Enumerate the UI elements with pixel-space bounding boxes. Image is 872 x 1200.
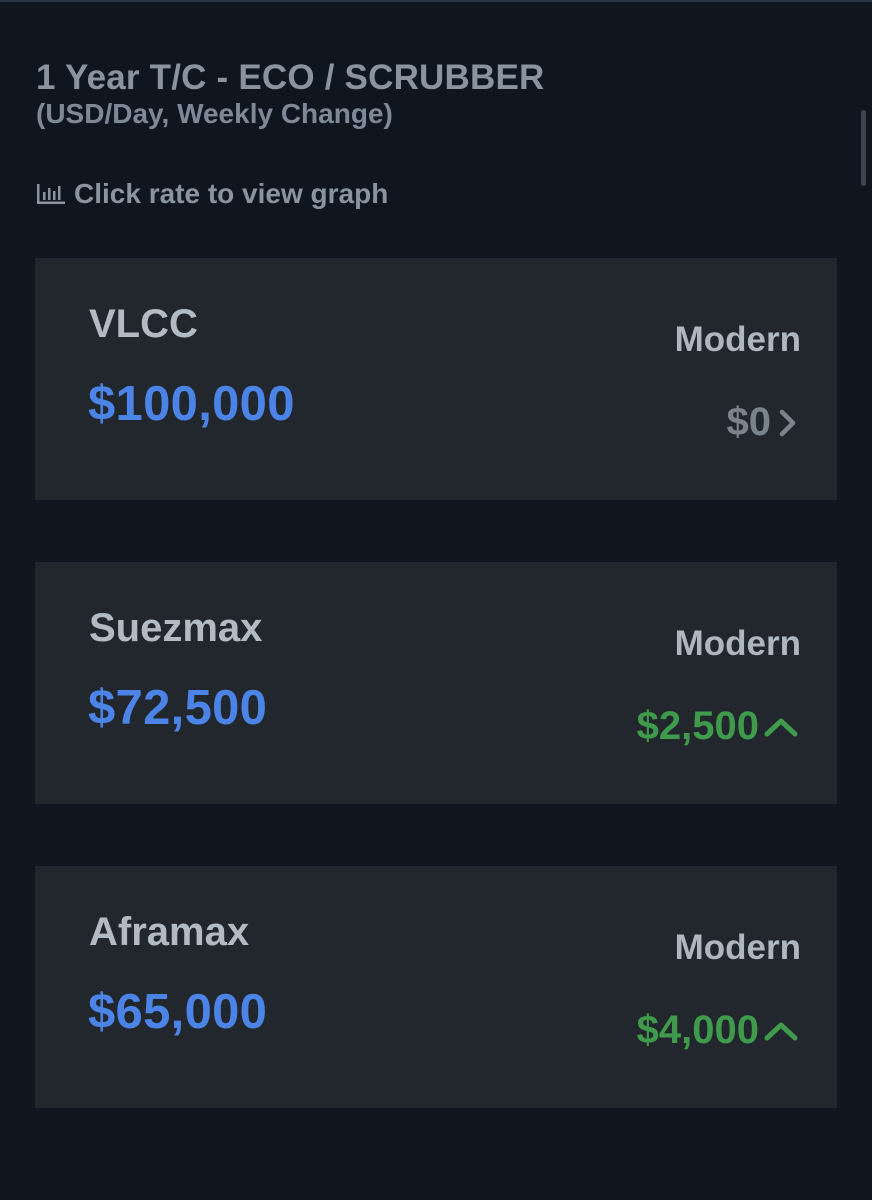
chevron-up-icon	[764, 1022, 798, 1040]
vessel-name: Suezmax	[89, 606, 263, 650]
rate-value[interactable]: $72,500	[88, 680, 267, 736]
weekly-change[interactable]: $4,000	[637, 1008, 801, 1053]
weekly-change[interactable]: $2,500	[637, 704, 801, 749]
rate-value[interactable]: $100,000	[88, 376, 295, 432]
rate-card-aframax: Aframax $65,000 Modern $4,000	[35, 866, 837, 1108]
weekly-change[interactable]: $0	[727, 400, 802, 445]
graph-hint: Click rate to view graph	[36, 178, 388, 210]
rates-panel: 1 Year T/C - ECO / SCRUBBER (USD/Day, We…	[0, 0, 872, 1200]
graph-hint-label: Click rate to view graph	[74, 178, 389, 209]
rate-value[interactable]: $65,000	[88, 984, 267, 1040]
weekly-change-value: $0	[726, 400, 772, 444]
panel-subtitle: (USD/Day, Weekly Change)	[36, 98, 393, 129]
vessel-class: Modern	[674, 928, 801, 967]
rate-card-vlcc: VLCC $100,000 Modern $0	[35, 258, 837, 500]
chevron-up-icon	[764, 718, 798, 736]
scrollbar[interactable]	[861, 110, 866, 186]
rate-card-suezmax: Suezmax $72,500 Modern $2,500	[35, 562, 837, 804]
vessel-class: Modern	[674, 320, 801, 359]
panel-title: 1 Year T/C - ECO / SCRUBBER	[36, 58, 545, 97]
vessel-name: Aframax	[89, 910, 250, 954]
weekly-change-value: $2,500	[636, 704, 759, 748]
vessel-class: Modern	[674, 624, 801, 663]
weekly-change-value: $4,000	[636, 1008, 759, 1052]
bar-chart-icon	[37, 184, 65, 204]
chevron-right-icon	[779, 409, 796, 436]
vessel-name: VLCC	[89, 302, 198, 346]
